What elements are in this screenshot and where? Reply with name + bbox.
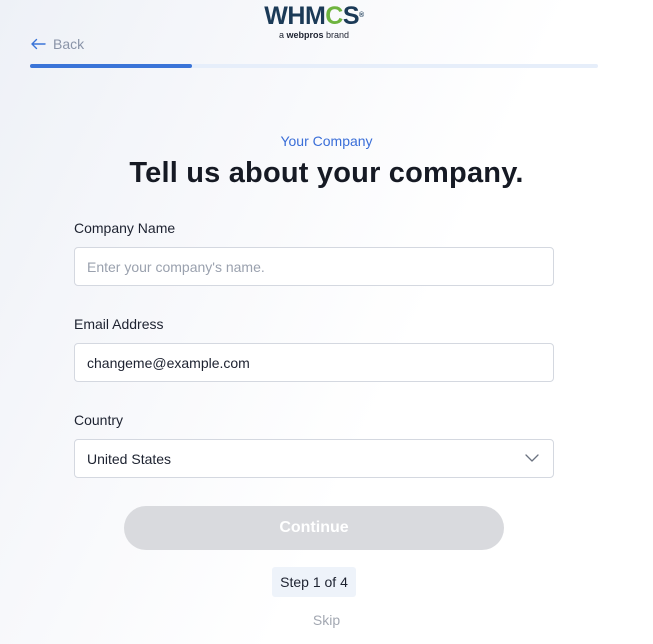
skip-link[interactable]: Skip [0, 612, 653, 628]
country-select[interactable]: United States [74, 439, 554, 478]
chevron-down-icon [525, 454, 539, 462]
step-indicator: Step 1 of 4 [272, 567, 356, 597]
company-name-label: Company Name [74, 220, 176, 236]
arrow-left-icon [31, 38, 46, 50]
logo-cog-letter: C [325, 2, 343, 30]
country-selected-value: United States [87, 450, 172, 467]
page-title: Tell us about your company. [129, 157, 524, 189]
continue-button[interactable]: Continue [124, 506, 504, 550]
country-label: Country [74, 412, 124, 428]
back-label: Back [53, 36, 85, 52]
whmcs-logo: WHMCS® a webpros brand [262, 3, 366, 43]
back-button[interactable]: Back [30, 34, 84, 54]
logo-tagline: a webpros brand [278, 30, 350, 40]
section-eyebrow: Your Company [280, 133, 373, 149]
email-label: Email Address [74, 316, 164, 332]
email-input[interactable]: changeme@example.com [74, 343, 554, 382]
logo-wordmark: WHMCS® [264, 2, 364, 30]
company-name-input[interactable]: Enter your company's name. [74, 247, 554, 286]
progress-bar [30, 64, 598, 68]
progress-fill [30, 64, 192, 68]
